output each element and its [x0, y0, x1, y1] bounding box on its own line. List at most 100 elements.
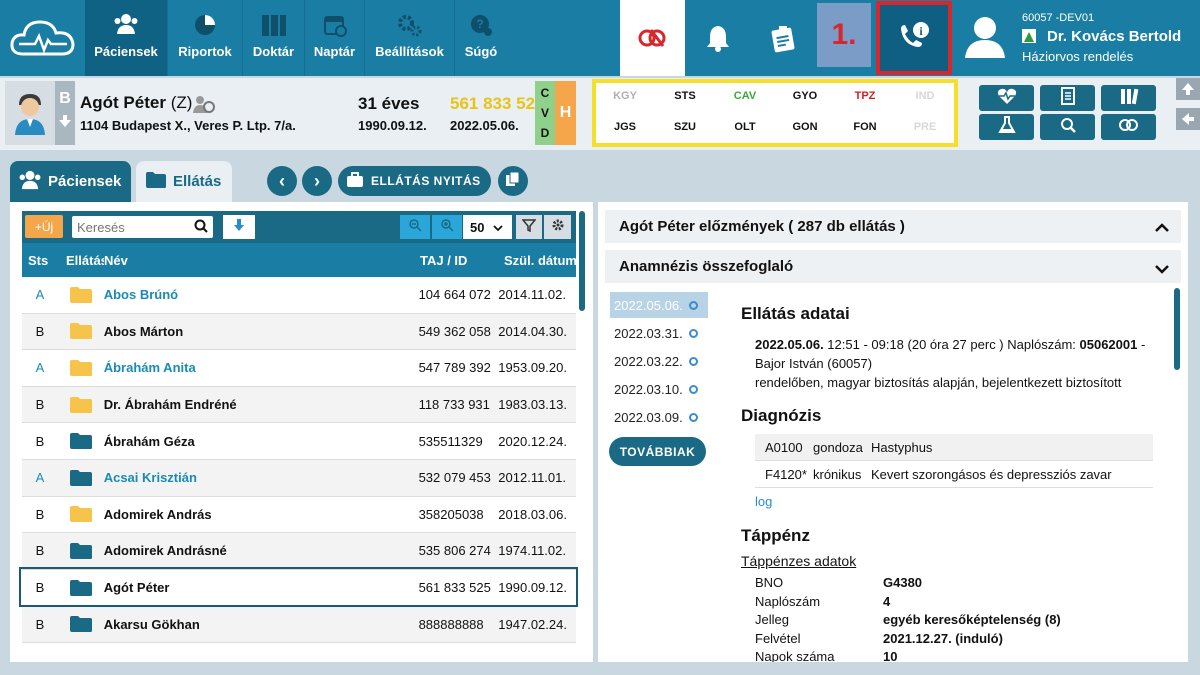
phone-info-button[interactable]: i	[876, 1, 952, 75]
nav-archive[interactable]: Doktár	[243, 0, 305, 76]
nav-settings[interactable]: Beállítások	[365, 0, 455, 76]
flag-kgy[interactable]: KGY	[600, 90, 650, 102]
table-row[interactable]: B Adomirek Andrásné 535 806 274 1974.11.02.	[22, 533, 576, 570]
flag-sts[interactable]: STS	[660, 90, 710, 102]
flag-olt[interactable]: OLT	[720, 121, 770, 133]
settings-button[interactable]	[544, 215, 571, 239]
zoom-out-button[interactable]	[400, 215, 430, 239]
heart-monitor-button[interactable]	[979, 85, 1034, 111]
table-row[interactable]: A Ábrahám Anita 547 789 392 1953.09.20.	[22, 350, 576, 387]
table-row[interactable]: A Abos Brúnó 104 664 072 2014.11.02.	[22, 277, 576, 314]
lab-button[interactable]	[979, 114, 1034, 140]
diagnosis-row[interactable]: A0100 gondoza Hastyphus	[755, 434, 1153, 461]
list-scrollbar[interactable]	[579, 211, 585, 311]
col-taj[interactable]: TAJ / ID	[420, 253, 504, 268]
chevron-up-icon[interactable]	[1155, 220, 1169, 237]
chevron-down-icon[interactable]	[1155, 261, 1169, 278]
arrow-up-icon[interactable]	[1176, 78, 1200, 100]
folder-icon[interactable]	[58, 322, 104, 340]
date-item[interactable]: 2022.03.09.	[610, 404, 708, 430]
user-name[interactable]: Dr. Kovács Bertold	[1047, 28, 1181, 45]
search-icon[interactable]	[194, 219, 208, 238]
nav-reports[interactable]: Riportok	[168, 0, 243, 76]
flag-cav[interactable]: CAV	[720, 90, 770, 102]
col-birth[interactable]: Szül. dátum	[504, 253, 576, 268]
folder-icon[interactable]	[58, 469, 104, 487]
row-name: Adomirek András	[103, 506, 212, 522]
more-button[interactable]: TOVÁBBIAK	[609, 437, 706, 466]
history-header[interactable]: Agót Péter előzmények ( 287 db ellátás )	[605, 210, 1181, 243]
flag-tpz[interactable]: TPZ	[840, 90, 890, 102]
table-row[interactable]: B Abos Márton 549 362 058 2014.04.30.	[22, 313, 576, 351]
col-sts[interactable]: Sts	[22, 253, 66, 268]
sick-label: Naplószám	[755, 593, 821, 609]
flag-pre[interactable]: PRE	[900, 121, 950, 133]
prev-button[interactable]: ‹	[267, 166, 297, 196]
flag-gyo[interactable]: GYO	[780, 90, 830, 102]
folder-icon[interactable]	[58, 359, 104, 377]
medical-logo-icon[interactable]	[620, 0, 685, 76]
folder-icon[interactable]	[58, 396, 104, 414]
nav-help[interactable]: ? Súgó	[455, 0, 507, 76]
log-link[interactable]: log	[755, 494, 772, 509]
flag-fon[interactable]: FON	[840, 121, 890, 133]
folder-icon[interactable]	[58, 432, 104, 450]
flag-gon[interactable]: GON	[780, 121, 830, 133]
flag-jgs[interactable]: JGS	[600, 121, 650, 133]
new-button[interactable]: +Új	[25, 215, 63, 238]
date-item[interactable]: 2022.03.10.	[610, 376, 708, 402]
date-item[interactable]: 2022.03.31.	[610, 320, 708, 346]
nav-calendar[interactable]: Naptár	[305, 0, 365, 76]
h-badge[interactable]: H	[555, 81, 576, 145]
calendar-icon	[323, 13, 347, 40]
date-item[interactable]: 2022.05.06.	[610, 292, 708, 318]
folder-icon[interactable]	[58, 286, 104, 304]
row-name: Dr. Ábrahám Endréné	[103, 397, 237, 413]
patients-icon	[18, 170, 42, 194]
table-row[interactable]: B Ábrahám Géza 535511329 2020.12.24.	[22, 423, 576, 460]
copy-button[interactable]	[498, 166, 528, 196]
cloud-logo-icon[interactable]	[0, 0, 85, 76]
table-row[interactable]: B Akarsu Gökhan 888888888 1947.02.24.	[22, 606, 576, 643]
col-name[interactable]: Név	[104, 253, 420, 268]
nav-patients[interactable]: Páciensek	[85, 0, 168, 76]
search-input[interactable]	[72, 216, 190, 238]
bell-icon[interactable]	[686, 0, 750, 76]
medical-logo-small-icon	[1118, 117, 1140, 138]
search-record-button[interactable]	[1040, 114, 1095, 140]
table-row[interactable]: B Dr. Ábrahám Endréné 118 733 931 1983.03.1…	[22, 386, 576, 424]
anamnesis-header[interactable]: Anamnézis összefoglaló	[605, 250, 1181, 283]
clipboard-icon[interactable]	[750, 0, 816, 76]
table-row[interactable]: A Acsai Krisztián 532 079 453 2012.11.01.	[22, 460, 576, 497]
history-scrollbar[interactable]	[1174, 288, 1180, 370]
date-item[interactable]: 2022.03.22.	[610, 348, 708, 374]
book-button[interactable]	[1101, 85, 1156, 111]
diagnosis-row[interactable]: F4120* krónikus Kevert szorongásos és depr…	[755, 461, 1153, 488]
user-role: Háziorvos rendelés	[1022, 49, 1134, 64]
sick-leave-link[interactable]: Táppénzes adatok	[741, 553, 856, 569]
patient-avatar-icon[interactable]	[5, 81, 55, 145]
tab-patients[interactable]: Páciensek	[10, 161, 131, 202]
flag-ind[interactable]: IND	[900, 90, 950, 102]
cvd-badge[interactable]: CVD	[535, 81, 555, 145]
folder-icon[interactable]	[58, 505, 104, 523]
table-row[interactable]: B Adomirek András 358205038 2018.03.06.	[22, 496, 576, 534]
arrow-down-icon[interactable]	[55, 114, 75, 133]
col-care[interactable]: Ellátás	[66, 253, 104, 268]
user-avatar-icon[interactable]	[963, 14, 1007, 60]
open-care-button[interactable]: ELLÁTÁS NYITÁS	[338, 166, 491, 196]
download-button[interactable]	[223, 215, 255, 239]
folder-icon[interactable]	[58, 542, 104, 560]
flag-szu[interactable]: SZU	[660, 121, 710, 133]
filter-button[interactable]	[516, 215, 542, 239]
document-button[interactable]	[1040, 85, 1095, 111]
tab-care[interactable]: Ellátás	[136, 161, 232, 202]
next-button[interactable]: ›	[302, 166, 332, 196]
care-title: Ellátás adatai	[741, 304, 850, 323]
medical-logo-button[interactable]	[1101, 114, 1156, 140]
arrow-left-icon[interactable]	[1176, 108, 1200, 130]
zoom-in-button[interactable]	[432, 215, 462, 239]
user-edit-icon[interactable]	[191, 94, 215, 119]
folder-icon[interactable]	[58, 615, 104, 633]
page-size-select[interactable]: 50	[463, 215, 512, 239]
